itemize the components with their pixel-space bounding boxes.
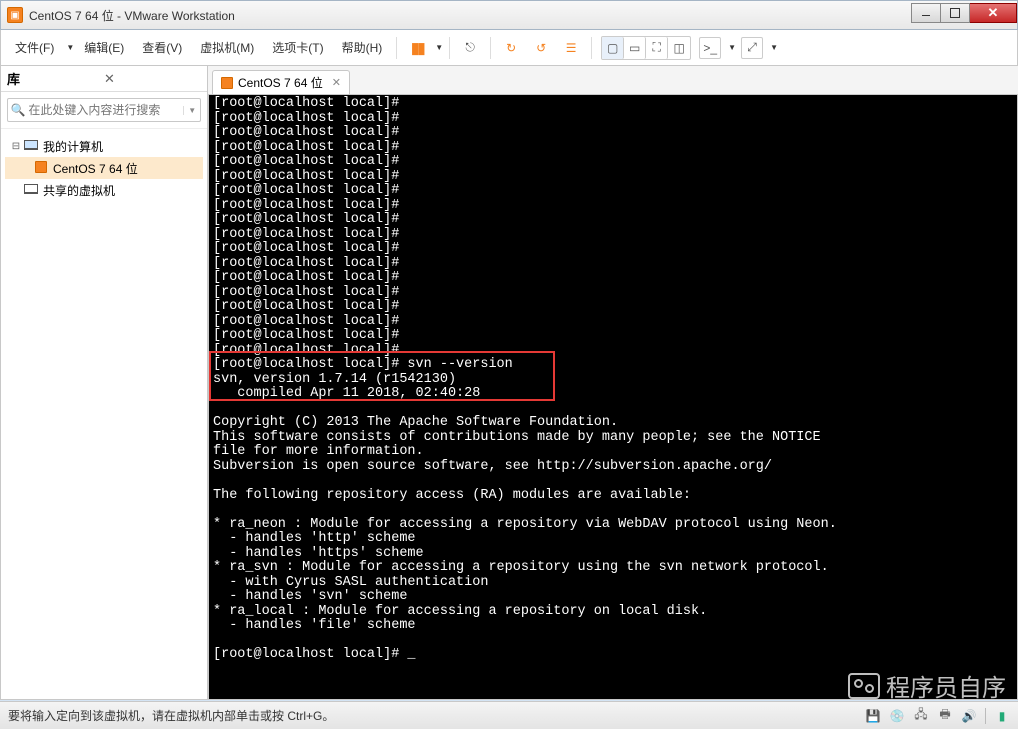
- chevron-down-icon[interactable]: ▼: [435, 43, 443, 52]
- chevron-down-icon[interactable]: ▼: [728, 43, 736, 52]
- stretch-icon[interactable]: ⤢: [741, 37, 763, 59]
- status-text: 要将输入定向到该虚拟机，请在虚拟机内部单击或按 Ctrl+G。: [8, 707, 865, 724]
- vm-icon: [33, 161, 49, 176]
- search-input[interactable]: [28, 100, 183, 120]
- menubar: 文件(F) ▼ 编辑(E) 查看(V) 虚拟机(M) 选项卡(T) 帮助(H) ▮…: [0, 30, 1018, 66]
- chevron-down-icon[interactable]: ▼: [66, 43, 74, 52]
- menu-edit[interactable]: 编辑(E): [76, 35, 132, 60]
- cd-icon[interactable]: 💿: [889, 708, 905, 724]
- tab-centos[interactable]: CentOS 7 64 位 ✕: [212, 70, 350, 94]
- vmware-icon: ▣: [7, 7, 23, 23]
- view-single-icon[interactable]: ▢: [602, 37, 624, 59]
- terminal-icon[interactable]: >_: [699, 37, 721, 59]
- network-icon[interactable]: 🖧: [913, 708, 929, 724]
- library-tree: ⊟ 我的计算机 CentOS 7 64 位 共享的虚拟机: [1, 129, 207, 207]
- disk-icon[interactable]: 💾: [865, 708, 881, 724]
- pause-icon[interactable]: ▮▮: [406, 37, 428, 59]
- message-icon[interactable]: ▮: [994, 708, 1010, 724]
- vm-console[interactable]: [root@localhost local]# [root@localhost …: [208, 94, 1018, 700]
- tree-label: 我的计算机: [43, 138, 103, 155]
- collapse-icon[interactable]: ⊟: [9, 141, 23, 152]
- tree-shared-vms[interactable]: 共享的虚拟机: [5, 179, 203, 201]
- library-sidebar: 库 ✕ 🔍 ▼ ⊟ 我的计算机 CentOS 7 64 位 共: [0, 66, 208, 700]
- computer-icon: [23, 139, 39, 153]
- sidebar-close-icon[interactable]: ✕: [104, 71, 201, 87]
- tree-label: 共享的虚拟机: [43, 182, 115, 199]
- view-console-icon[interactable]: ▭: [624, 37, 646, 59]
- window-title: CentOS 7 64 位 - VMware Workstation: [29, 7, 912, 24]
- highlight-box: [209, 351, 555, 401]
- send-ctrl-alt-del-icon[interactable]: ⎋: [459, 37, 481, 59]
- chevron-down-icon[interactable]: ▼: [770, 43, 778, 52]
- menu-file[interactable]: 文件(F): [7, 35, 62, 60]
- tree-vm-centos[interactable]: CentOS 7 64 位: [5, 157, 203, 179]
- tab-strip: CentOS 7 64 位 ✕: [208, 66, 1018, 94]
- snapshot-revert-icon[interactable]: ↺: [530, 37, 552, 59]
- maximize-button[interactable]: [940, 3, 970, 23]
- menu-help[interactable]: 帮助(H): [334, 35, 391, 60]
- tab-label: CentOS 7 64 位: [238, 74, 323, 91]
- shared-icon: [23, 183, 39, 197]
- snapshot-manager-icon[interactable]: ☰: [560, 37, 582, 59]
- status-bar: 要将输入定向到该虚拟机，请在虚拟机内部单击或按 Ctrl+G。 💾 💿 🖧 🖶 …: [0, 701, 1018, 729]
- view-fullscreen-icon[interactable]: ⛶: [646, 37, 668, 59]
- menu-view[interactable]: 查看(V): [134, 35, 190, 60]
- view-unity-icon[interactable]: ◫: [668, 37, 690, 59]
- tree-label: CentOS 7 64 位: [53, 160, 138, 177]
- tree-my-computer[interactable]: ⊟ 我的计算机: [5, 135, 203, 157]
- sidebar-title: 库: [7, 69, 104, 88]
- search-dropdown-icon[interactable]: ▼: [183, 106, 200, 115]
- close-button[interactable]: ✕: [969, 3, 1017, 23]
- sound-icon[interactable]: 🔊: [961, 708, 977, 724]
- menu-tabs[interactable]: 选项卡(T): [264, 35, 331, 60]
- snapshot-icon[interactable]: ↻: [500, 37, 522, 59]
- vm-icon: [221, 77, 233, 89]
- tab-close-icon[interactable]: ✕: [332, 76, 341, 89]
- search-box[interactable]: 🔍 ▼: [7, 98, 201, 122]
- search-icon: 🔍: [8, 103, 28, 117]
- printer-icon[interactable]: 🖶: [937, 708, 953, 724]
- window-titlebar: ▣ CentOS 7 64 位 - VMware Workstation ✕: [0, 0, 1018, 30]
- menu-vm[interactable]: 虚拟机(M): [192, 35, 262, 60]
- minimize-button[interactable]: [911, 3, 941, 23]
